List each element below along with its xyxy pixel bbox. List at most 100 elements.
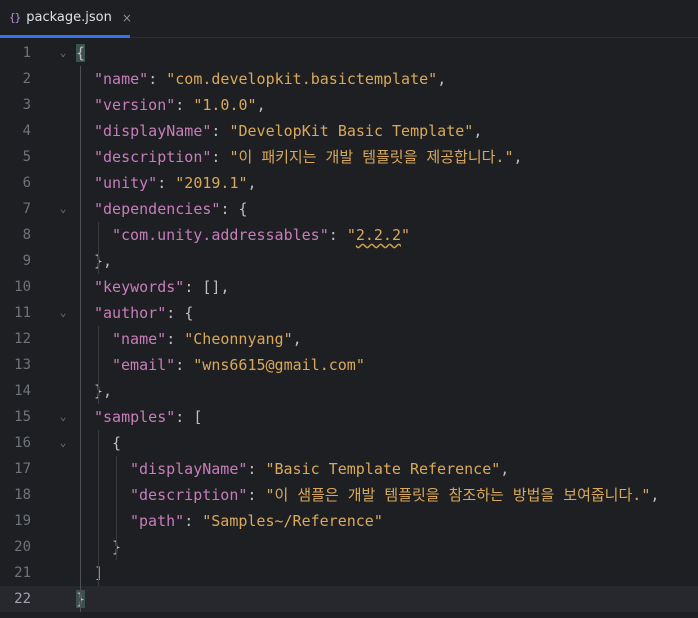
line-number: 21 — [14, 565, 31, 581]
fold-chevron-icon[interactable]: ⌄ — [57, 404, 69, 430]
line-number: 15 — [14, 409, 31, 425]
fold-chevron-icon[interactable]: ⌄ — [57, 430, 69, 456]
line-number: 4 — [22, 123, 31, 139]
code-line[interactable]: 11 ⌄ "author": { — [0, 300, 698, 326]
code-token: "description" — [130, 486, 248, 504]
fold-chevron-icon[interactable]: ⌄ — [57, 40, 69, 66]
line-number: 8 — [22, 227, 31, 243]
code-line[interactable]: 13 "email": "wns6615@gmail.com" — [0, 352, 698, 378]
code-line[interactable]: 19 "path": "Samples~/Reference" — [0, 508, 698, 534]
indent-guide — [98, 326, 99, 404]
line-number: 11 — [14, 305, 31, 321]
code-editor[interactable]: 1 ⌄ {2 "name": "com.developkit.basictemplat… — [0, 39, 698, 618]
code-text: "version": "1.0.0", — [94, 92, 266, 118]
code-token: "1.0.0" — [193, 96, 257, 114]
code-line[interactable]: 9}, — [0, 248, 698, 274]
code-token: : — [166, 330, 185, 348]
code-text: "displayName": "DevelopKit Basic Templat… — [94, 118, 482, 144]
fold-chevron-icon[interactable]: ⌄ — [57, 300, 69, 326]
close-icon[interactable]: × — [122, 11, 132, 25]
code-text: }, — [94, 378, 112, 404]
code-line[interactable]: 2 "name": "com.developkit.basictemplate", — [0, 66, 698, 92]
line-number: 19 — [14, 513, 31, 529]
code-token: : — [175, 356, 194, 374]
fold-chevron-icon[interactable]: ⌄ — [57, 196, 69, 222]
code-line[interactable]: 6 "unity": "2019.1", — [0, 170, 698, 196]
code-line[interactable]: 3 "version": "1.0.0", — [0, 92, 698, 118]
code-text: "com.unity.addressables": "2.2.2" — [112, 222, 410, 248]
code-line[interactable]: 1 ⌄ { — [0, 40, 698, 66]
code-token: "path" — [130, 512, 185, 530]
code-token: , — [103, 382, 113, 400]
indent-guide — [116, 456, 117, 560]
code-token: : — [211, 148, 230, 166]
tab-bar: {} package.json × — [0, 0, 698, 38]
code-text: { — [112, 430, 121, 456]
code-line[interactable]: 20} — [0, 534, 698, 560]
code-token: [ — [193, 408, 203, 426]
code-token: "author" — [94, 304, 167, 322]
code-token: "Cheonnyang" — [184, 330, 293, 348]
code-token: , — [513, 148, 523, 166]
code-token: "Samples~/Reference" — [202, 512, 383, 530]
code-token: 2.2.2 — [355, 226, 401, 244]
code-token: : — [148, 70, 167, 88]
code-line[interactable]: 17 "displayName": "Basic Template Referen… — [0, 456, 698, 482]
code-token: , — [473, 122, 483, 140]
tab-package-json[interactable]: {} package.json × — [0, 0, 132, 38]
line-number: 12 — [14, 331, 31, 347]
code-line[interactable]: 16 ⌄ { — [0, 430, 698, 456]
code-token: : — [184, 512, 203, 530]
code-text: "description": "이 샘플은 개발 템플릿을 참조하는 방법을 보… — [130, 482, 659, 508]
code-line[interactable]: 5 "description": "이 패키지는 개발 템플릿을 제공합니다.", — [0, 144, 698, 170]
code-token: , — [220, 278, 230, 296]
code-text: "author": { — [94, 300, 193, 326]
code-token: { — [238, 200, 248, 218]
code-line[interactable]: 7 ⌄ "dependencies": { — [0, 196, 698, 222]
code-token: "name" — [94, 70, 149, 88]
line-number: 1 — [22, 45, 31, 61]
code-token: "email" — [112, 356, 176, 374]
code-line[interactable]: 12 "name": "Cheonnyang", — [0, 326, 698, 352]
indent-guide — [98, 222, 99, 274]
code-token: : — [157, 174, 176, 192]
code-text: }, — [94, 248, 112, 274]
code-text: "description": "이 패키지는 개발 템플릿을 제공합니다.", — [94, 144, 523, 170]
code-text: "unity": "2019.1", — [94, 170, 257, 196]
code-token: , — [292, 330, 302, 348]
code-text: "displayName": "Basic Template Reference… — [130, 456, 509, 482]
line-number: 17 — [14, 461, 31, 477]
line-number: 6 — [22, 175, 31, 191]
code-text: "name": "Cheonnyang", — [112, 326, 302, 352]
code-text: "keywords": [], — [94, 274, 229, 300]
code-token: "com.developkit.basictemplate" — [166, 70, 438, 88]
code-token: "이 샘플은 개발 템플릿을 참조하는 방법을 보여줍니다." — [265, 486, 651, 504]
code-token: "version" — [94, 96, 176, 114]
code-token: "displayName" — [130, 460, 248, 478]
code-token: "이 패키지는 개발 템플릿을 제공합니다." — [229, 148, 514, 166]
code-line[interactable]: 21] — [0, 560, 698, 586]
code-line[interactable]: 18 "description": "이 샘플은 개발 템플릿을 참조하는 방법을… — [0, 482, 698, 508]
code-token: "2019.1" — [175, 174, 248, 192]
editor-window: {} package.json × 1 ⌄ {2 "name": "com.devel… — [0, 0, 698, 618]
code-token: "dependencies" — [94, 200, 221, 218]
code-token: " — [401, 226, 411, 244]
line-number: 20 — [14, 539, 31, 555]
code-line[interactable]: 8 "com.unity.addressables": "2.2.2" — [0, 222, 698, 248]
code-token: : — [328, 226, 347, 244]
code-line[interactable]: 4 "displayName": "DevelopKit Basic Templa… — [0, 118, 698, 144]
code-line[interactable]: 15 ⌄ "samples": [ — [0, 404, 698, 430]
code-token: "name" — [112, 330, 167, 348]
code-token: { — [112, 434, 122, 452]
line-number: 2 — [22, 71, 31, 87]
code-line[interactable]: 14}, — [0, 378, 698, 404]
code-token: "displayName" — [94, 122, 212, 140]
code-token: "keywords" — [94, 278, 185, 296]
code-token: "Basic Template Reference" — [265, 460, 501, 478]
line-number: 5 — [22, 149, 31, 165]
code-token: " — [346, 226, 356, 244]
code-token: "DevelopKit Basic Template" — [229, 122, 474, 140]
code-line[interactable]: 22} — [0, 586, 698, 612]
indent-guide — [80, 66, 81, 612]
code-line[interactable]: 10 "keywords": [], — [0, 274, 698, 300]
